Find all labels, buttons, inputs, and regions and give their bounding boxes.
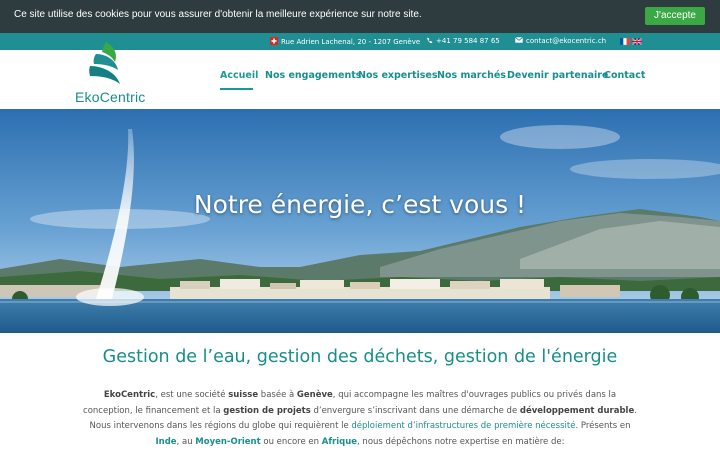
nav-active-indicator: [220, 88, 253, 90]
para-s8: d’envergure s’inscrivant dans une démarc…: [310, 405, 520, 416]
para-link-infrastructures[interactable]: déploiement d’infrastructures de premièr…: [351, 421, 575, 431]
nav-accueil[interactable]: Accueil: [220, 70, 258, 81]
para-moyen-orient: Moyen-Orient: [195, 436, 261, 447]
phone-info[interactable]: +41 79 584 87 65: [426, 37, 500, 45]
section-heading: Gestion de l’eau, gestion des déchets, g…: [102, 347, 618, 367]
ekocentric-leaf-logo-icon[interactable]: [84, 40, 128, 88]
para-s4: basée à: [258, 390, 297, 400]
para-inde: Inde: [155, 436, 177, 447]
nav-contact[interactable]: Contact: [604, 70, 645, 81]
email-text[interactable]: contact@ekocentric.ch: [526, 37, 606, 45]
envelope-icon: [515, 37, 523, 43]
phone-icon: [426, 37, 433, 44]
swiss-flag-icon: [270, 37, 278, 45]
hero-title: Notre énergie, c’est vous !: [193, 190, 527, 219]
para-s5: Genève: [296, 390, 333, 400]
nav-devenir-partenaire[interactable]: Devenir partenaire: [507, 70, 608, 81]
para-s7: gestion de projets: [223, 405, 311, 416]
cookie-banner: Ce site utilise des cookies pour vous as…: [0, 0, 720, 33]
para-afrique: Afrique: [321, 436, 358, 447]
cookie-accept-button[interactable]: J'accepte: [645, 7, 705, 25]
para-s1: EkoCentric: [103, 390, 156, 400]
para-s16: ou encore en: [260, 436, 322, 447]
para-s2: , est une société: [155, 390, 229, 400]
nav-nos-expertises[interactable]: Nos expertises: [358, 70, 438, 81]
french-flag-icon[interactable]: [620, 38, 630, 45]
nav-nos-engagements[interactable]: Nos engagements: [265, 70, 361, 81]
para-s12: . Présents en: [575, 421, 631, 431]
cookie-message: Ce site utilise des cookies pour vous as…: [14, 9, 422, 20]
address-info: Rue Adrien Lachenal, 20 - 1207 Genève: [270, 37, 420, 46]
para-s9: développement durable: [519, 405, 635, 416]
phone-text[interactable]: +41 79 584 87 65: [436, 37, 500, 45]
para-s3: suisse: [228, 390, 259, 400]
geneva-lake-photo: [0, 109, 720, 333]
logo-wordmark[interactable]: EkoCentric: [75, 89, 145, 105]
email-info[interactable]: contact@ekocentric.ch: [515, 37, 606, 45]
intro-paragraph: EkoCentric, est une société suisse basée…: [78, 388, 642, 450]
uk-flag-icon[interactable]: [632, 38, 642, 45]
para-s18: , nous dépêchons notre expertise en mati…: [357, 436, 565, 447]
nav-nos-marches[interactable]: Nos marchés: [437, 70, 506, 81]
para-s14: , au: [176, 436, 196, 447]
hero-banner: [0, 109, 720, 333]
address-text: Rue Adrien Lachenal, 20 - 1207 Genève: [281, 38, 421, 46]
